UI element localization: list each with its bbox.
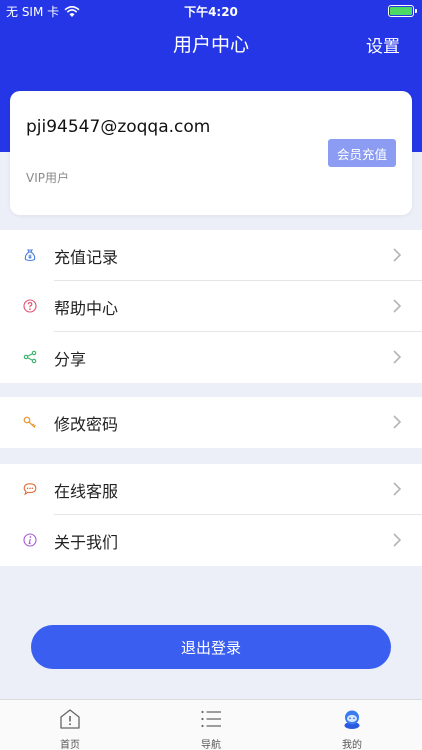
user-level: VIP用户 bbox=[26, 171, 69, 185]
menu-group-account: 充值记录 帮助中心 分享 bbox=[0, 230, 422, 383]
tab-bar: 首页 导航 我的 bbox=[0, 699, 422, 750]
key-icon bbox=[23, 416, 36, 428]
menu-item-online-service[interactable]: 在线客服 bbox=[0, 464, 422, 515]
share-icon bbox=[23, 350, 37, 364]
menu-item-about-us[interactable]: 关于我们 bbox=[0, 515, 422, 566]
list-icon bbox=[201, 710, 221, 728]
tab-label-navigation: 导航 bbox=[201, 740, 221, 750]
menu-item-share[interactable]: 分享 bbox=[0, 332, 422, 383]
help-icon bbox=[23, 299, 37, 313]
menu-label-online-service: 在线客服 bbox=[54, 482, 119, 501]
chevron-right-icon bbox=[393, 533, 402, 547]
page-title: 用户中心 bbox=[172, 34, 249, 56]
tab-home[interactable]: 首页 bbox=[0, 700, 140, 750]
menu-group-support: 在线客服 关于我们 bbox=[0, 464, 422, 566]
menu-item-help-center[interactable]: 帮助中心 bbox=[0, 281, 422, 332]
home-icon bbox=[60, 709, 80, 729]
logout-button[interactable]: 退出登录 bbox=[31, 625, 391, 669]
title-bar: 用户中心 设置 bbox=[0, 28, 422, 60]
tab-label-mine: 我的 bbox=[342, 740, 362, 750]
moneybag-icon bbox=[24, 249, 36, 262]
chevron-right-icon bbox=[393, 350, 402, 364]
user-email: pji94547@zoqqa.com bbox=[26, 117, 211, 137]
menu-label-share: 分享 bbox=[54, 350, 87, 369]
status-bar: 无 SIM 卡 下午4:20 bbox=[0, 0, 422, 22]
info-icon bbox=[23, 533, 37, 547]
menu-label-help-center: 帮助中心 bbox=[54, 299, 119, 318]
chevron-right-icon bbox=[393, 415, 402, 429]
battery-icon bbox=[388, 5, 417, 17]
menu-label-recharge-records: 充值记录 bbox=[54, 248, 119, 267]
settings-button[interactable]: 设置 bbox=[366, 32, 400, 57]
profile-icon bbox=[344, 710, 360, 729]
status-time: 下午4:20 bbox=[184, 5, 238, 19]
menu-item-change-password[interactable]: 修改密码 bbox=[0, 397, 422, 448]
menu-group-security: 修改密码 bbox=[0, 397, 422, 448]
menu-label-about-us: 关于我们 bbox=[54, 533, 119, 552]
chevron-right-icon bbox=[393, 482, 402, 496]
chevron-right-icon bbox=[393, 299, 402, 313]
recharge-button[interactable]: 会员充值 bbox=[328, 139, 396, 167]
user-card: pji94547@zoqqa.com 会员充值 VIP用户 bbox=[10, 91, 412, 215]
chevron-right-icon bbox=[393, 248, 402, 262]
menu-item-recharge-records[interactable]: 充值记录 bbox=[0, 230, 422, 281]
chat-icon bbox=[23, 483, 37, 496]
tab-mine[interactable]: 我的 bbox=[282, 700, 422, 750]
tab-navigation[interactable]: 导航 bbox=[141, 700, 281, 750]
tab-label-home: 首页 bbox=[60, 740, 80, 750]
menu-label-change-password: 修改密码 bbox=[54, 415, 119, 434]
